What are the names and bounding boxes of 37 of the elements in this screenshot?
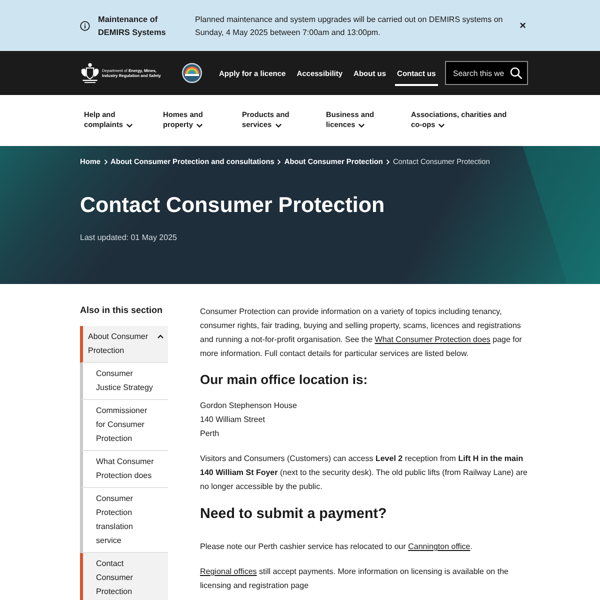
search-button[interactable] xyxy=(510,67,522,79)
last-updated: Last updated: 01 May 2025 xyxy=(80,232,178,244)
chevron-down-icon xyxy=(358,122,366,128)
address-line: Perth xyxy=(200,428,220,440)
alert-title: Maintenance of DEMIRS Systems xyxy=(98,14,167,38)
chevron-right-icon xyxy=(386,159,390,165)
section-nav-item[interactable]: Consumer Protection translation service xyxy=(80,488,168,553)
alert-message: Planned maintenance and system upgrades will be carried out on DEMIRS systems on Sunday, 4 May 2025 between 7:00am and 13:00pm. xyxy=(195,14,504,38)
section-nav-item[interactable]: Commissioner for Consumer Protection xyxy=(80,400,168,451)
paragraph: Consumer Protection can provide information on a variety of topics including tenancy, consumer rights, fair trading, buying and selling property, scams, licences and registrations and running a not-for-profit organisation. See the What Consumer Protection does page for more information. Full contact details for particular services are listed below. xyxy=(200,306,523,360)
inline-link[interactable]: What Consumer Protection does xyxy=(374,335,490,344)
crest-icon xyxy=(80,62,100,84)
inline-link[interactable]: Cannington office xyxy=(408,542,470,551)
search-icon xyxy=(510,67,522,79)
address-line: Gordon Stephenson House xyxy=(200,400,298,412)
chevron-down-icon xyxy=(196,122,203,128)
chevron-right-icon xyxy=(104,159,108,165)
chevron-right-icon xyxy=(277,159,282,165)
section-heading: Our main office location is: xyxy=(200,372,369,388)
sidebar-heading: Also in this section xyxy=(80,304,164,316)
section-nav-item[interactable]: Contact Consumer Protection xyxy=(80,553,168,600)
close-button[interactable]: × xyxy=(518,20,528,32)
address-line: 140 William Street xyxy=(200,414,266,426)
section-nav-item[interactable]: What Consumer Protection does xyxy=(80,451,168,488)
page-title: Contact Consumer Protection xyxy=(80,192,386,218)
info-icon xyxy=(80,20,90,30)
paragraph: Visitors and Consumers (Customers) can access Level 2 reception from Lift H in the main 140 William St Foyer (next to the security desk). The old public lifts (from Railway Lane) are no longer accessible by the public. xyxy=(200,453,528,493)
chevron-down-icon xyxy=(126,122,134,128)
inline-link[interactable]: Regional offices xyxy=(200,567,257,576)
round-emblem-icon xyxy=(182,63,202,83)
chevron-down-icon xyxy=(438,122,446,128)
section-nav-item[interactable]: About Consumer Protection xyxy=(80,326,168,363)
paragraph: Please note our Perth cashier service has relocated to our Cannington office. xyxy=(200,541,474,553)
section-heading: Need to submit a payment? xyxy=(200,505,388,523)
chevron-down-icon xyxy=(274,122,282,128)
paragraph: Regional offices still accept payments. More information on licensing is available on the licensing and registration page xyxy=(200,566,510,592)
section-nav-item[interactable]: Consumer Justice Strategy xyxy=(80,363,168,400)
